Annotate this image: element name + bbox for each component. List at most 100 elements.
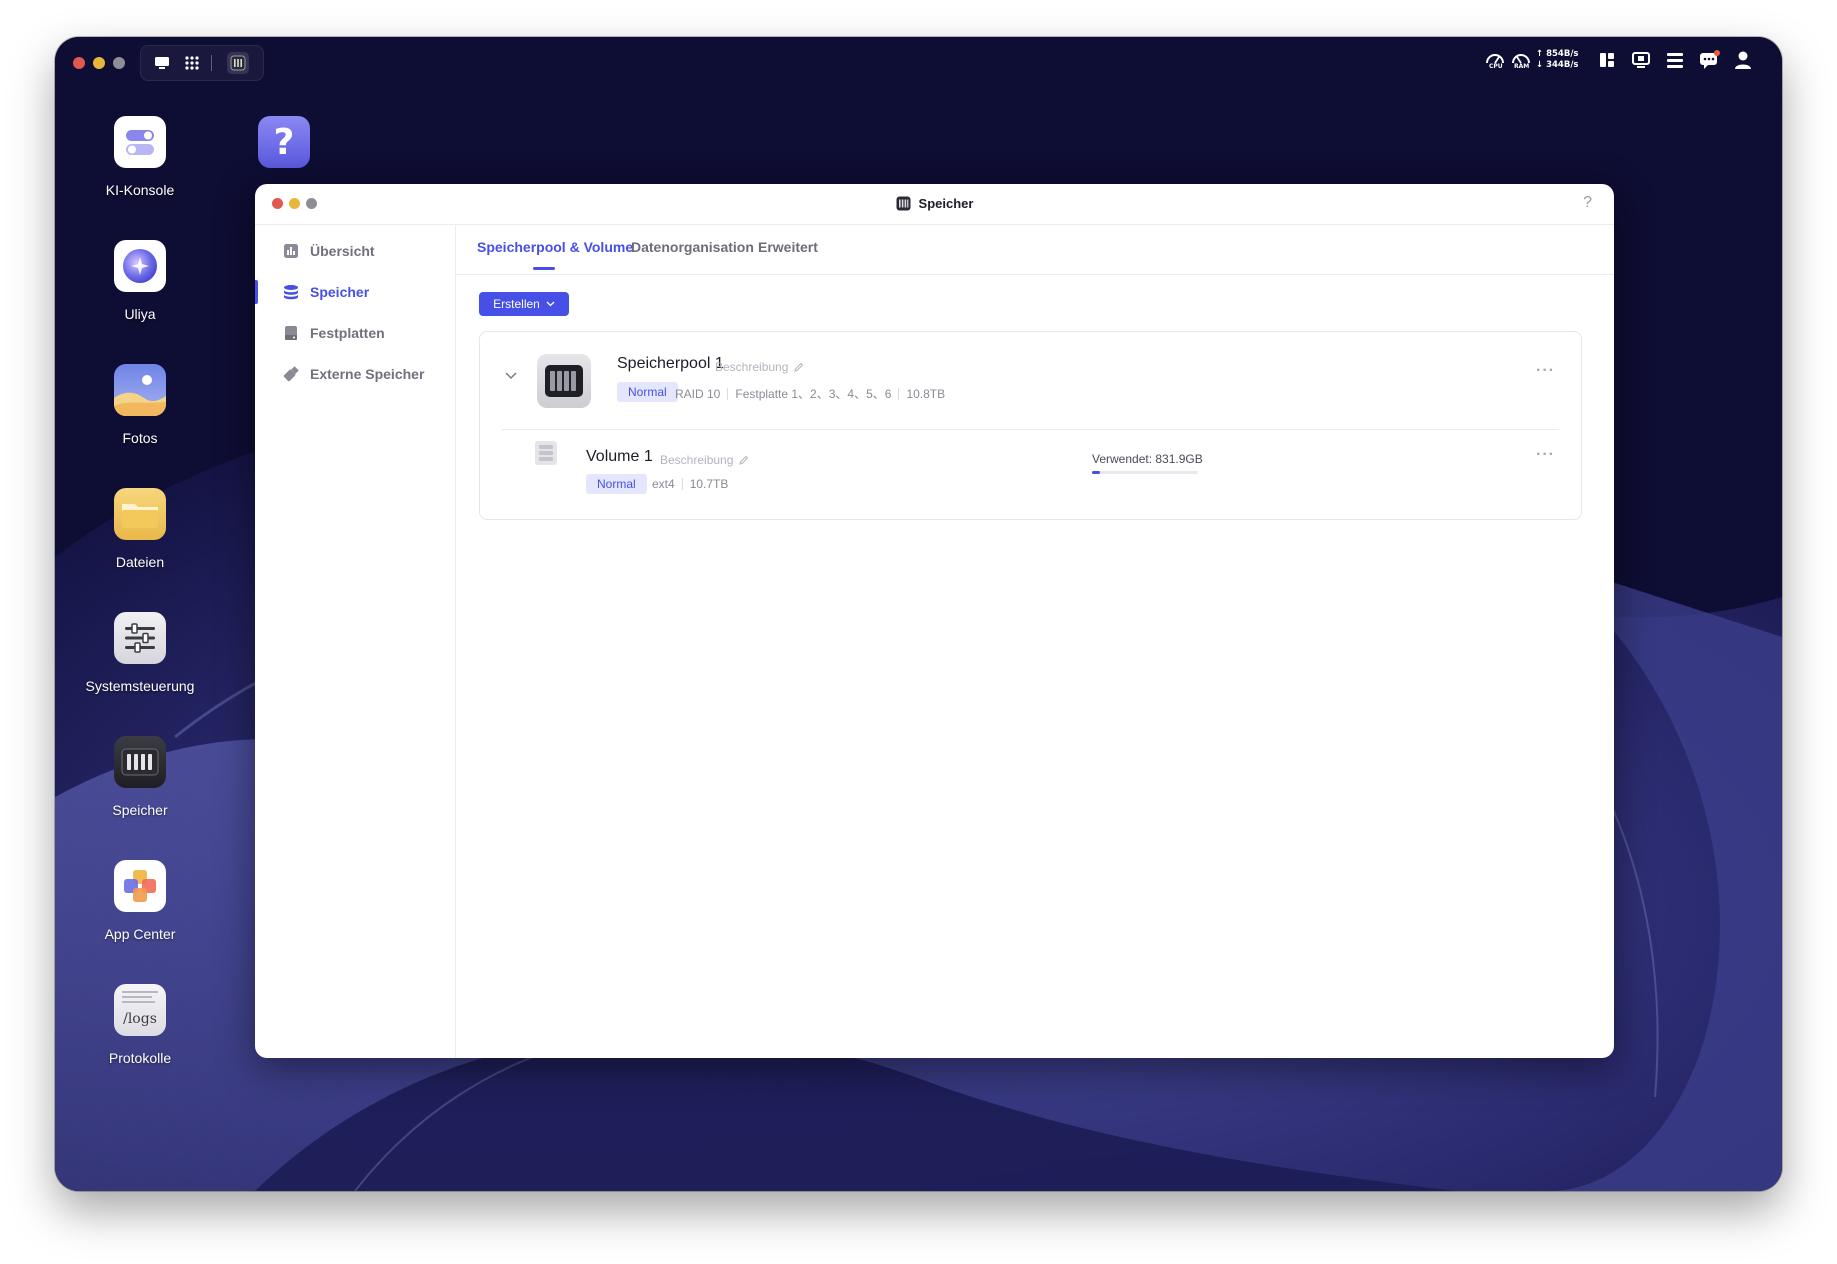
desktop-icon-label: Fotos — [122, 430, 158, 446]
cpu-label: CPU — [1489, 63, 1503, 70]
volume-description[interactable]: Beschreibung — [660, 453, 749, 467]
active-tab-indicator — [533, 267, 555, 270]
zoom-dot[interactable] — [113, 57, 125, 69]
volume-filesystem: ext4 — [652, 477, 675, 491]
logs-icon-text: /logs — [123, 1011, 157, 1027]
upload-speed: ↑ 854B/s — [1536, 49, 1579, 59]
task-manager-icon[interactable] — [1664, 49, 1686, 71]
desktop-icon-fotos[interactable]: Fotos — [80, 364, 200, 446]
pool-capacity: 10.8TB — [906, 387, 946, 401]
show-desktop-icon[interactable] — [151, 52, 173, 74]
create-button-label: Erstellen — [493, 297, 540, 311]
disk-icon — [282, 324, 300, 342]
window-title-text: Speicher — [918, 196, 974, 211]
volume-capacity: 10.7TB — [689, 477, 729, 491]
volume-name: Volume 1 — [586, 448, 653, 465]
pool-meta: RAID 10 Festplatte 1、2、3、4、5、6 10.8TB — [675, 385, 945, 402]
upload-value: 854B/s — [1546, 49, 1579, 59]
app-grid-icon[interactable] — [181, 52, 203, 74]
collapse-chevron-icon[interactable] — [505, 372, 517, 380]
volume-status-badge: Normal — [586, 474, 647, 494]
desktop-icon-app-center[interactable]: App Center — [80, 860, 200, 942]
sidebar: Übersicht Speicher Festplatten Externe S… — [255, 224, 456, 1058]
create-button[interactable]: Erstellen — [479, 292, 569, 316]
pool-description[interactable]: Beschreibung — [715, 360, 804, 374]
pool-more-button[interactable]: ··· — [1536, 362, 1555, 380]
edit-pencil-icon[interactable] — [794, 362, 804, 372]
sidebar-item-label: Übersicht — [310, 243, 375, 259]
app-center-icon — [114, 860, 166, 912]
desktop-icon-label: Protokolle — [108, 1050, 172, 1066]
pool-raid: RAID 10 — [675, 387, 721, 401]
main-content: Speicherpool & Volume Datenorganisation … — [456, 224, 1614, 1058]
desktop-icon-label: Uliya — [124, 306, 156, 322]
storage-window: Speicher ? Übersicht Speicher Festplatte… — [255, 184, 1614, 1058]
desktop-icon-protokolle[interactable]: /logs Protokolle — [80, 984, 200, 1066]
storage-pool-card: Speicherpool 1 Beschreibung Normal RAID … — [479, 331, 1582, 520]
sidebar-item-speicher[interactable]: Speicher — [255, 272, 455, 312]
desktop-icon-uliya[interactable]: Uliya — [80, 240, 200, 322]
sidebar-item-externe-speicher[interactable]: Externe Speicher — [255, 354, 455, 394]
control-panel-icon — [114, 612, 166, 664]
system-tray: CPU RAM ↑ 854B/s ↓ 344B/s — [1484, 47, 1764, 73]
volume-more-button[interactable]: ··· — [1536, 446, 1555, 464]
storage-title-icon — [896, 196, 911, 211]
storage-app-icon — [114, 736, 166, 788]
database-icon — [282, 283, 300, 301]
desktop-icon-systemsteuerung[interactable]: Systemsteuerung — [80, 612, 200, 694]
storage-pool-icon — [537, 354, 591, 408]
tab-datenorganisation[interactable]: Datenorganisation — [631, 239, 754, 255]
sidebar-item-label: Festplatten — [310, 325, 385, 341]
folder-icon — [114, 488, 166, 540]
help-button[interactable]: ? — [1583, 194, 1592, 212]
taskbar-group — [140, 45, 264, 81]
sidebar-item-label: Externe Speicher — [310, 366, 425, 382]
monitor-icon[interactable] — [1630, 49, 1652, 71]
window-title: Speicher — [255, 196, 1614, 211]
ki-konsole-icon — [114, 116, 166, 168]
sidebar-item-festplatten[interactable]: Festplatten — [255, 313, 455, 353]
desktop-window-controls — [73, 57, 125, 69]
desktop-icon-speicher[interactable]: Speicher — [80, 736, 200, 818]
window-titlebar[interactable]: Speicher ? — [255, 184, 1614, 225]
desktop-help-icon[interactable]: ? — [258, 116, 310, 168]
pool-name: Speicherpool 1 — [617, 355, 724, 372]
ram-label: RAM — [1514, 63, 1530, 70]
chevron-down-icon — [546, 301, 555, 307]
card-divider — [502, 429, 1559, 430]
volume-usage-fill — [1092, 471, 1101, 474]
desktop-icon-label: Systemsteuerung — [85, 678, 195, 694]
fotos-icon — [114, 364, 166, 416]
messages-icon[interactable] — [1698, 49, 1720, 71]
chart-icon — [282, 242, 300, 260]
usb-icon — [282, 365, 300, 383]
desktop-icon-ki-konsole[interactable]: KI-Konsole — [80, 116, 200, 198]
desktop-frame: CPU RAM ↑ 854B/s ↓ 344B/s KI-Konsole Uli… — [55, 37, 1782, 1191]
pool-description-placeholder: Beschreibung — [715, 360, 789, 374]
sidebar-item-label: Speicher — [310, 284, 370, 300]
volume-meta: ext4 10.7TB — [652, 477, 728, 491]
tab-erweitert[interactable]: Erweitert — [758, 239, 818, 255]
desktop-icon-dateien[interactable]: Dateien — [80, 488, 200, 570]
volume-icon — [535, 441, 557, 465]
user-icon[interactable] — [1732, 49, 1754, 71]
pool-status-badge: Normal — [617, 382, 678, 402]
help-glyph: ? — [273, 121, 295, 163]
volume-used-label: Verwendet: 831.9GB — [1092, 452, 1203, 466]
menu-bar: CPU RAM ↑ 854B/s ↓ 344B/s — [55, 37, 1782, 81]
edit-pencil-icon[interactable] — [739, 455, 749, 465]
tab-speicherpool-volume[interactable]: Speicherpool & Volume — [477, 239, 633, 255]
volume-usage-bar — [1092, 471, 1198, 474]
desktop-icon-label: Dateien — [115, 554, 165, 570]
minimize-dot[interactable] — [93, 57, 105, 69]
sidebar-item-uebersicht[interactable]: Übersicht — [255, 231, 455, 271]
tab-bar: Speicherpool & Volume Datenorganisation … — [456, 224, 1614, 275]
download-speed: ↓ 344B/s — [1536, 60, 1579, 70]
uliya-icon — [114, 240, 166, 292]
widgets-icon[interactable] — [1596, 49, 1618, 71]
pool-disks: Festplatte 1、2、3、4、5、6 — [735, 387, 892, 401]
taskbar-storage-icon[interactable] — [227, 52, 249, 74]
desktop-icon-label: App Center — [104, 926, 176, 942]
volume-description-placeholder: Beschreibung — [660, 453, 734, 467]
close-dot[interactable] — [73, 57, 85, 69]
